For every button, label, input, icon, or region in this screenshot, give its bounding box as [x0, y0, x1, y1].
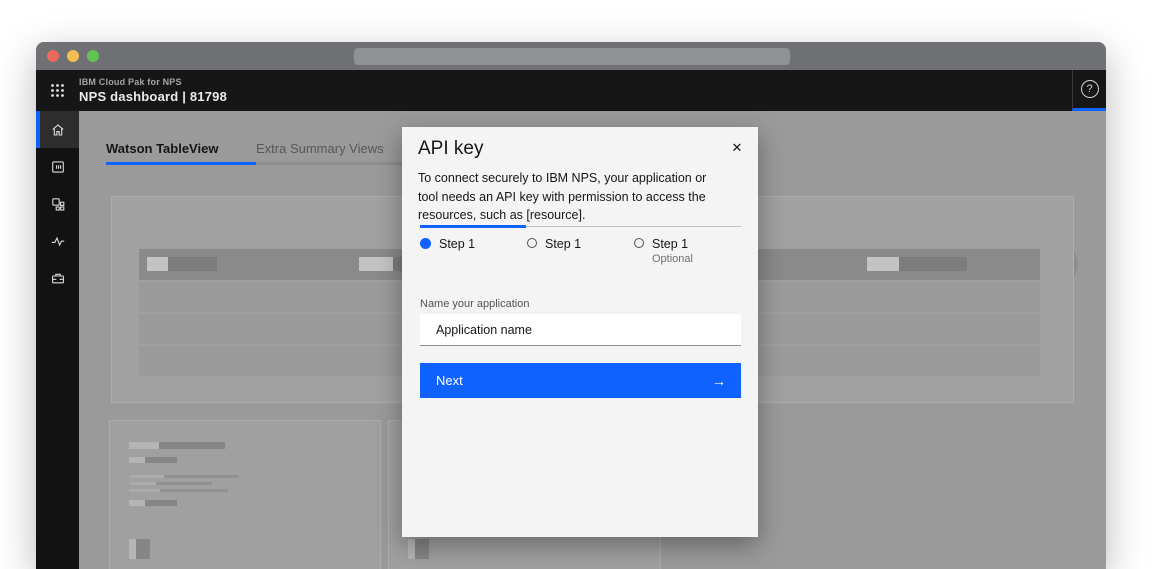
skeleton-thumbnail	[408, 539, 660, 559]
header-titles: IBM Cloud Pak for NPS NPS dashboard | 81…	[79, 70, 227, 111]
page-root: IBM Cloud Pak for NPS NPS dashboard | 81…	[0, 0, 1152, 569]
modal-title: API key	[418, 138, 484, 159]
sidebar-item-report[interactable]	[36, 148, 79, 185]
progress-current-segment	[420, 225, 526, 228]
nodes-icon	[51, 197, 64, 211]
window-controls	[47, 50, 99, 62]
step-label: Step 1	[545, 237, 582, 251]
skeleton-line	[129, 475, 380, 478]
app-header: IBM Cloud Pak for NPS NPS dashboard | 81…	[36, 70, 1106, 111]
close-window-button[interactable]	[47, 50, 59, 62]
zoom-window-button[interactable]	[87, 50, 99, 62]
step-empty-circle-icon	[527, 238, 537, 248]
tab-bar: Watson TableView Extra Summary Views	[106, 135, 408, 165]
report-icon	[51, 160, 64, 173]
help-icon: ?	[1080, 80, 1099, 98]
sidebar-item-toolbox[interactable]	[36, 259, 79, 296]
sidebar-item-home[interactable]	[36, 111, 79, 148]
app-switcher-button[interactable]	[36, 70, 79, 111]
skeleton-header-bar	[147, 257, 217, 271]
skeleton-line	[129, 442, 380, 449]
tab-extra-summary-views[interactable]: Extra Summary Views	[256, 135, 408, 165]
home-icon	[51, 123, 64, 136]
skeleton-line	[129, 500, 380, 506]
page-title: NPS dashboard | 81798	[79, 89, 228, 104]
card-skeleton	[109, 420, 381, 569]
grid-icon	[51, 84, 64, 97]
application-name-label: Name your application	[420, 298, 530, 310]
minimize-window-button[interactable]	[67, 50, 79, 62]
next-button[interactable]: Next →	[420, 363, 741, 398]
progress-indicator: Step 1 Step 1 Step 1 Optional	[420, 225, 741, 265]
skeleton-line	[129, 482, 380, 485]
left-nav	[36, 111, 79, 569]
address-bar[interactable]	[354, 48, 790, 65]
progress-step-1[interactable]: Step 1	[420, 237, 527, 265]
close-icon[interactable]: ✕	[720, 131, 754, 165]
sidebar-item-resources[interactable]	[36, 185, 79, 222]
application-name-input[interactable]	[420, 314, 741, 346]
progress-track	[420, 225, 741, 228]
next-button-label: Next	[436, 373, 463, 388]
progress-step-3[interactable]: Step 1 Optional	[634, 237, 741, 265]
activity-icon	[51, 236, 64, 246]
arrow-right-icon: →	[712, 372, 726, 389]
sidebar-item-activity[interactable]	[36, 222, 79, 259]
skeleton-thumbnail	[129, 539, 380, 559]
step-label: Step 1	[439, 237, 476, 251]
progress-step-2[interactable]: Step 1	[527, 237, 634, 265]
step-label: Step 1	[652, 237, 689, 251]
skeleton-line	[129, 457, 380, 463]
progress-steps: Step 1 Step 1 Step 1 Optional	[420, 237, 741, 265]
step-filled-circle-icon	[420, 238, 431, 249]
browser-chrome	[36, 42, 1106, 70]
skeleton-header-bar	[867, 257, 967, 271]
skeleton-line	[129, 489, 380, 492]
help-button[interactable]: ?	[1072, 70, 1106, 111]
step-empty-circle-icon	[634, 238, 644, 248]
step-optional-label: Optional	[652, 253, 693, 265]
header-eyebrow: IBM Cloud Pak for NPS	[79, 77, 182, 87]
api-key-modal: ✕ API key To connect securely to IBM NPS…	[402, 127, 758, 537]
modal-description: To connect securely to IBM NPS, your app…	[418, 171, 707, 222]
step-label-group: Step 1 Optional	[652, 237, 693, 265]
tab-watson-tableview[interactable]: Watson TableView	[106, 135, 256, 165]
toolbox-icon	[51, 273, 64, 283]
